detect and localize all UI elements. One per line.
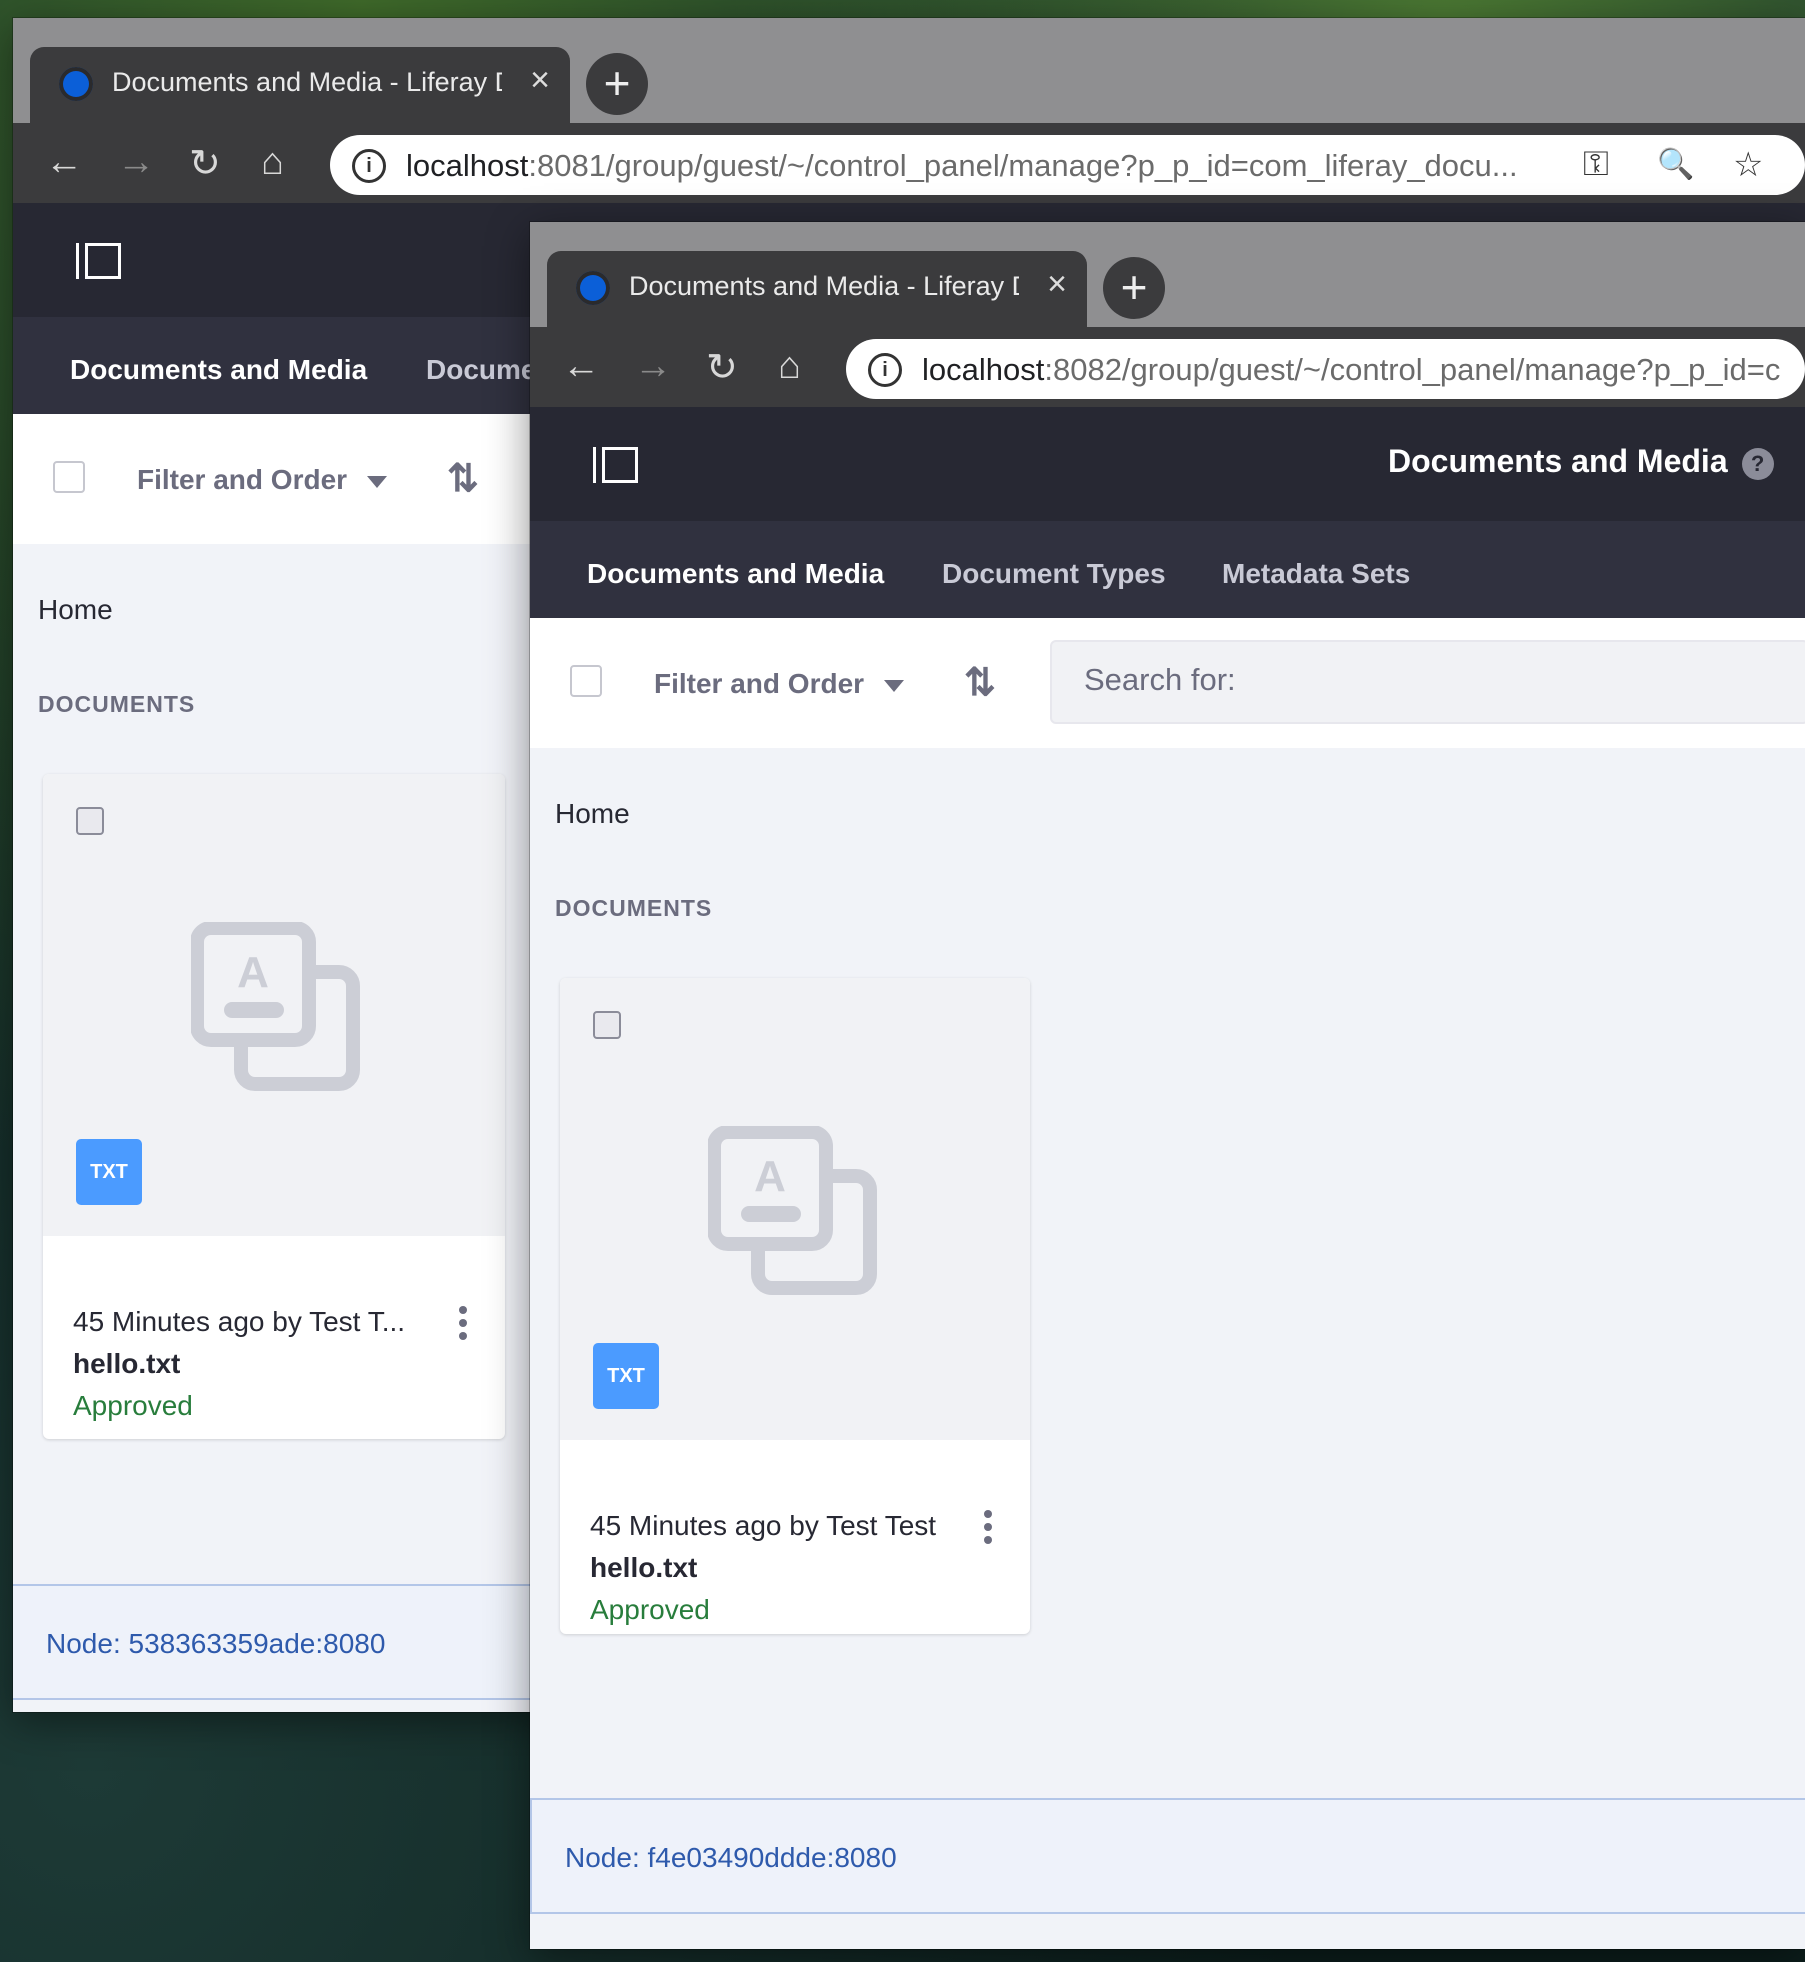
kebab-menu-icon[interactable] bbox=[459, 1306, 467, 1345]
close-tab-icon[interactable]: × bbox=[1047, 265, 1067, 304]
browser-tab[interactable]: Documents and Media - Liferay DXP × bbox=[547, 251, 1087, 327]
app-title: Documents and Media? bbox=[1388, 443, 1774, 480]
url-text: localhost:8081/group/guest/~/control_pan… bbox=[406, 148, 1518, 183]
file-type-badge: TXT bbox=[593, 1343, 659, 1409]
close-tab-icon[interactable]: × bbox=[530, 61, 550, 100]
app-header: Documents and Media? bbox=[530, 407, 1805, 522]
text-document-icon: A bbox=[191, 922, 360, 1091]
section-title: DOCUMENTS bbox=[555, 895, 713, 921]
select-all-checkbox[interactable] bbox=[570, 665, 602, 697]
browser-toolbar: ← → ↻ ⌂ i localhost:8081/group/guest/~/c… bbox=[13, 123, 1805, 203]
tab-documents-and-media[interactable]: Documents and Media bbox=[555, 558, 917, 630]
sort-icon[interactable]: ⇅ bbox=[447, 456, 479, 501]
sidebar-toggle-icon[interactable] bbox=[593, 447, 638, 483]
breadcrumb[interactable]: Home bbox=[38, 594, 113, 626]
document-thumbnail[interactable]: A TXT bbox=[560, 978, 1030, 1440]
document-card[interactable]: A TXT 45 Minutes ago by Test Test hello.… bbox=[560, 978, 1030, 1634]
forward-icon[interactable]: → bbox=[117, 141, 155, 184]
svg-text:A: A bbox=[754, 1152, 786, 1201]
section-title: DOCUMENTS bbox=[38, 691, 196, 717]
key-icon[interactable]: ⚿ bbox=[1583, 145, 1609, 184]
reload-icon[interactable]: ↻ bbox=[189, 141, 221, 186]
browser-window-8082: Documents and Media - Liferay DXP × + ← … bbox=[530, 222, 1805, 1949]
liferay-favicon-icon bbox=[576, 271, 610, 305]
management-toolbar: Filter and Order ⇅ Search for: bbox=[530, 618, 1805, 748]
zoom-icon[interactable]: 🔍 bbox=[1657, 147, 1694, 182]
back-icon[interactable]: ← bbox=[45, 141, 83, 184]
caret-down-icon bbox=[367, 475, 388, 488]
search-placeholder: Search for: bbox=[1084, 662, 1236, 697]
new-tab-button[interactable]: + bbox=[1103, 257, 1165, 319]
help-icon[interactable]: ? bbox=[1741, 447, 1774, 480]
url-text: localhost:8082/group/guest/~/control_pan… bbox=[922, 352, 1781, 387]
liferay-favicon-icon bbox=[59, 67, 93, 101]
sort-icon[interactable]: ⇅ bbox=[964, 660, 996, 705]
site-info-icon[interactable]: i bbox=[868, 353, 902, 387]
address-bar[interactable]: i localhost:8081/group/guest/~/control_p… bbox=[330, 135, 1805, 195]
tab-document-types[interactable]: Document Types bbox=[942, 558, 1166, 590]
sidebar-toggle-icon[interactable] bbox=[76, 243, 121, 279]
bookmark-star-icon[interactable]: ☆ bbox=[1733, 145, 1763, 185]
card-filename[interactable]: hello.txt bbox=[73, 1348, 180, 1380]
status-label: Approved bbox=[73, 1390, 193, 1421]
card-checkbox[interactable] bbox=[593, 1011, 621, 1039]
forward-icon[interactable]: → bbox=[634, 345, 672, 388]
nav-tabs: Documents and Media Document Types Metad… bbox=[530, 521, 1805, 630]
select-all-checkbox[interactable] bbox=[53, 461, 85, 493]
status-label: Approved bbox=[590, 1594, 710, 1625]
tab-strip: Documents and Media - Liferay DXP × + bbox=[13, 18, 1805, 123]
svg-text:A: A bbox=[237, 948, 269, 997]
caret-down-icon bbox=[884, 679, 905, 692]
filter-and-order-dropdown[interactable]: Filter and Order bbox=[654, 668, 905, 700]
home-icon[interactable]: ⌂ bbox=[778, 345, 801, 388]
tab-document-types[interactable]: Docume bbox=[426, 354, 536, 386]
tab-metadata-sets[interactable]: Metadata Sets bbox=[1222, 558, 1410, 590]
document-card[interactable]: A TXT 45 Minutes ago by Test T... hello.… bbox=[43, 774, 505, 1439]
site-info-icon[interactable]: i bbox=[352, 149, 386, 183]
card-filename[interactable]: hello.txt bbox=[590, 1552, 697, 1584]
reload-icon[interactable]: ↻ bbox=[706, 345, 738, 390]
tab-documents-and-media[interactable]: Documents and Media bbox=[38, 354, 400, 426]
card-meta: 45 Minutes ago by Test Test bbox=[590, 1510, 937, 1541]
filter-and-order-dropdown[interactable]: Filter and Order bbox=[137, 464, 388, 496]
document-thumbnail[interactable]: A TXT bbox=[43, 774, 505, 1236]
node-label: Node: f4e03490ddde:8080 bbox=[565, 1842, 897, 1873]
browser-toolbar: ← → ↻ ⌂ i localhost:8082/group/guest/~/c… bbox=[530, 327, 1805, 407]
kebab-menu-icon[interactable] bbox=[984, 1510, 992, 1549]
node-footer: Node: f4e03490ddde:8080 bbox=[530, 1798, 1805, 1914]
node-label: Node: 538363359ade:8080 bbox=[46, 1628, 386, 1659]
search-input[interactable]: Search for: bbox=[1050, 640, 1805, 724]
back-icon[interactable]: ← bbox=[562, 345, 600, 388]
address-bar[interactable]: i localhost:8082/group/guest/~/control_p… bbox=[846, 339, 1805, 399]
tab-title: Documents and Media - Liferay DXP bbox=[112, 67, 502, 97]
tab-strip: Documents and Media - Liferay DXP × + bbox=[530, 222, 1805, 327]
home-icon[interactable]: ⌂ bbox=[261, 141, 284, 184]
new-tab-button[interactable]: + bbox=[586, 53, 648, 115]
text-document-icon: A bbox=[708, 1126, 877, 1295]
card-meta: 45 Minutes ago by Test T... bbox=[73, 1306, 406, 1337]
tab-title: Documents and Media - Liferay DXP bbox=[629, 271, 1019, 301]
browser-tab[interactable]: Documents and Media - Liferay DXP × bbox=[30, 47, 570, 123]
file-type-badge: TXT bbox=[76, 1139, 142, 1205]
breadcrumb[interactable]: Home bbox=[555, 798, 630, 830]
card-checkbox[interactable] bbox=[76, 807, 104, 835]
